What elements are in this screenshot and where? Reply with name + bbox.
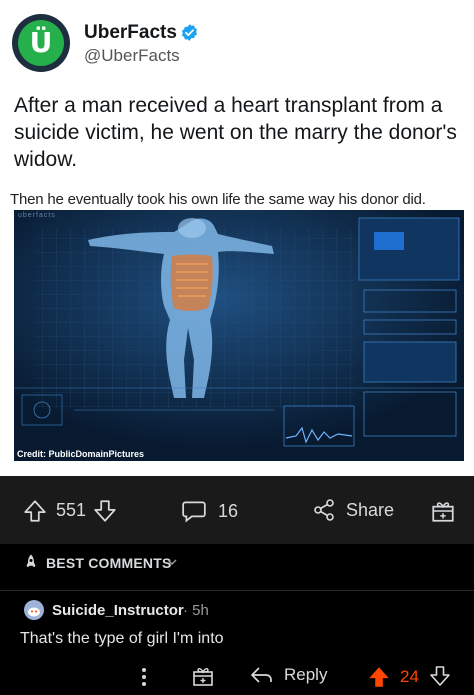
comment-author[interactable]: Suicide_Instructor bbox=[52, 602, 184, 619]
gift-award-icon bbox=[432, 502, 454, 522]
uberfacts-avatar[interactable]: Ü bbox=[12, 14, 70, 72]
snoo-avatar-icon bbox=[28, 607, 40, 617]
media-credit: Credit: PublicDomainPictures bbox=[17, 449, 145, 459]
rocket-icon bbox=[26, 554, 36, 568]
tweet-media-image[interactable]: uberfacts Credit: PublicDomainPictures bbox=[14, 210, 464, 461]
downvote-arrow-icon bbox=[430, 666, 450, 686]
sort-label: BEST COMMENTS bbox=[46, 555, 172, 571]
upvote-arrow-icon bbox=[24, 500, 46, 522]
tweet-handle[interactable]: @UberFacts bbox=[84, 46, 180, 66]
comment-sort-selector[interactable]: BEST COMMENTS bbox=[0, 545, 474, 579]
comments-button[interactable]: 16 bbox=[180, 498, 238, 524]
tweet-text: After a man received a heart transplant … bbox=[14, 94, 457, 171]
comment-action-bar: Reply 24 bbox=[0, 657, 474, 695]
tweet-card: Ü UberFacts @UberFacts After a man recei… bbox=[0, 0, 474, 476]
uberfacts-logo: Ü bbox=[18, 20, 64, 66]
comment-count: 16 bbox=[218, 500, 239, 521]
media-watermark: uberfacts bbox=[18, 212, 56, 219]
comment-item: Suicide_Instructor · 5h That's the type … bbox=[0, 591, 474, 695]
upvote-arrow-icon bbox=[369, 667, 389, 687]
share-button[interactable]: Share bbox=[312, 498, 394, 522]
reply-arrow-icon bbox=[251, 667, 272, 683]
downvote-button[interactable] bbox=[92, 498, 118, 524]
comment-award-button[interactable] bbox=[191, 664, 215, 688]
comment-score: 24 bbox=[400, 667, 419, 686]
reply-label: Reply bbox=[284, 665, 328, 684]
comment-downvote-button[interactable] bbox=[428, 664, 452, 688]
commenter-avatar[interactable] bbox=[24, 600, 44, 620]
comment-more-button[interactable] bbox=[140, 666, 148, 688]
post-action-bar: 551 16 Share bbox=[0, 476, 474, 544]
tweet-author-name[interactable]: UberFacts bbox=[84, 22, 177, 44]
media-caption: Then he eventually took his own life the… bbox=[10, 191, 426, 208]
more-vertical-icon bbox=[142, 668, 146, 686]
downvote-arrow-icon bbox=[94, 500, 116, 522]
comment-text: That's the type of girl I'm into bbox=[20, 630, 224, 647]
comment-bubble-icon bbox=[182, 501, 206, 523]
post-score: 551 bbox=[56, 500, 87, 520]
share-icon bbox=[314, 499, 334, 521]
gift-award-icon bbox=[193, 668, 213, 686]
upvote-button[interactable] bbox=[22, 498, 48, 524]
comment-timestamp: · 5h bbox=[183, 602, 209, 619]
comment-upvote-button[interactable] bbox=[366, 664, 392, 690]
chevron-down-icon bbox=[167, 559, 177, 566]
share-label: Share bbox=[346, 499, 395, 520]
hud-body-illustration bbox=[14, 210, 464, 461]
comment-reply-button[interactable]: Reply bbox=[250, 665, 327, 685]
verified-badge-icon bbox=[181, 24, 198, 41]
award-button[interactable] bbox=[430, 498, 456, 524]
